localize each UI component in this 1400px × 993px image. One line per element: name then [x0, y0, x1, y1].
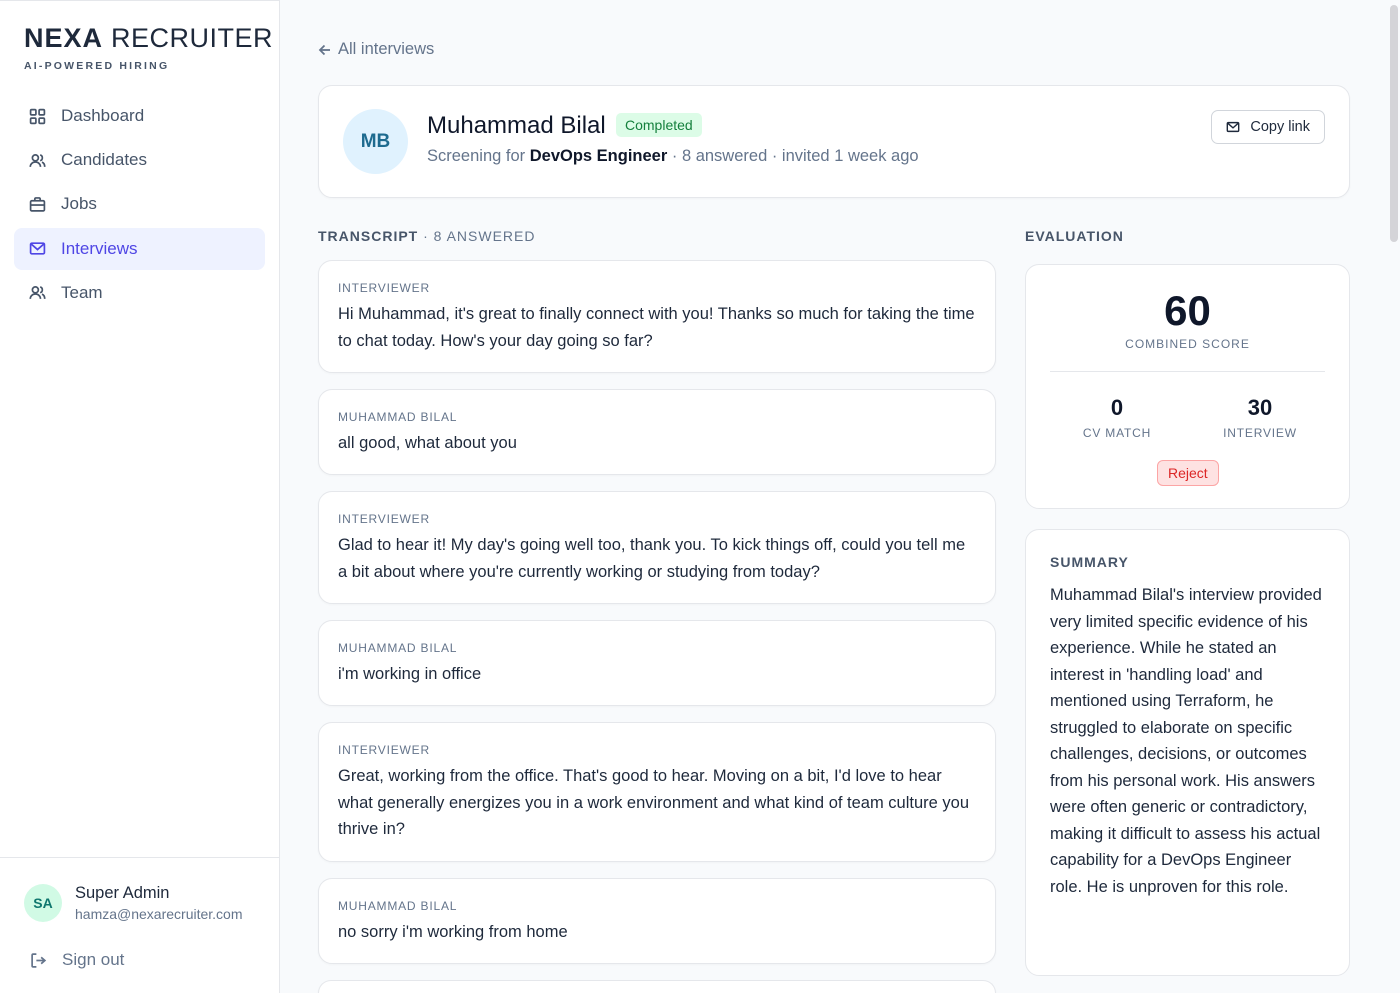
message-role: INTERVIEWER — [338, 512, 430, 526]
verdict-badge: Reject — [1157, 460, 1219, 486]
summary-card: SUMMARY Muhammad Bilal's interview provi… — [1025, 529, 1350, 976]
candidate-role: DevOps Engineer — [529, 147, 668, 165]
candidate-meta: Screening for DevOps Engineer · 8 answer… — [427, 147, 919, 165]
divider — [1050, 371, 1325, 372]
summary-heading: SUMMARY — [1050, 554, 1129, 570]
message-text: no sorry i'm working from home — [338, 923, 568, 941]
grid-icon — [28, 107, 46, 125]
cv-match-label: CV MATCH — [1082, 426, 1152, 440]
sign-out-label: Sign out — [62, 950, 125, 969]
transcript-message: MUHAMMAD BILAL all good, what about you — [318, 389, 996, 475]
scrollbar-thumb[interactable] — [1390, 5, 1398, 242]
sidebar-nav: Dashboard Candidates Jobs Interviews Tea… — [14, 95, 265, 316]
brand-logo[interactable]: NEXA RECRUITER AI-POWERED HIRING — [24, 23, 273, 72]
sign-out-icon — [31, 952, 47, 968]
summary-text: Muhammad Bilal's interview provided very… — [1050, 586, 1322, 896]
status-badge: Completed — [616, 113, 702, 137]
sidebar-item-label: Interviews — [61, 238, 138, 258]
mail-icon — [1226, 121, 1240, 133]
users-icon — [28, 284, 46, 302]
candidate-name: Muhammad Bilal — [427, 112, 606, 139]
transcript-message: INTERVIEWER Glad to hear it! My day's go… — [318, 491, 996, 604]
message-text: Glad to hear it! My day's going well too… — [338, 536, 966, 581]
sign-out-button[interactable]: Sign out — [30, 950, 124, 970]
copy-link-label: Copy link — [1250, 119, 1310, 135]
interview-label: INTERVIEW — [1223, 426, 1297, 440]
sidebar-item-team[interactable]: Team — [14, 272, 265, 314]
candidate-header: MB Muhammad Bilal Completed Screening fo… — [318, 85, 1350, 198]
arrow-left-icon — [318, 44, 330, 55]
message-text: all good, what about you — [338, 434, 517, 452]
mail-icon — [28, 240, 46, 258]
message-role: MUHAMMAD BILAL — [338, 410, 458, 424]
transcript-message: INTERVIEWER Hi Muhammad, it's great to f… — [318, 260, 996, 373]
sidebar-item-dashboard[interactable]: Dashboard — [14, 95, 265, 137]
scrollbar[interactable] — [1388, 0, 1400, 993]
evaluation-card: 60 COMBINED SCORE 0 CV MATCH 30 INTERVIE… — [1025, 264, 1350, 509]
avatar: SA — [24, 884, 62, 922]
sidebar-item-label: Jobs — [61, 194, 97, 214]
evaluation-heading: EVALUATION — [1025, 228, 1124, 244]
briefcase-icon — [28, 195, 46, 213]
user-profile: SA Super Admin hamza@nexarecruiter.com S… — [0, 857, 279, 993]
sidebar: NEXA RECRUITER AI-POWERED HIRING Dashboa… — [0, 0, 280, 993]
message-role: INTERVIEWER — [338, 743, 430, 757]
sidebar-item-label: Team — [61, 282, 103, 302]
transcript-heading: TRANSCRIPT · 8 ANSWERED — [318, 228, 536, 244]
combined-score-label: COMBINED SCORE — [1125, 337, 1250, 351]
message-text: i'm working in office — [338, 665, 482, 683]
transcript-message-partial — [318, 980, 996, 993]
user-name: Super Admin — [75, 884, 170, 902]
message-role: INTERVIEWER — [338, 281, 430, 295]
copy-link-button[interactable]: Copy link — [1211, 110, 1325, 144]
sidebar-item-candidates[interactable]: Candidates — [14, 139, 265, 181]
brand-title: NEXA RECRUITER — [24, 23, 274, 53]
interview-score: 30 — [1247, 395, 1273, 420]
back-label: All interviews — [338, 40, 435, 58]
users-icon — [28, 151, 46, 169]
message-text: Great, working from the office. That's g… — [338, 767, 970, 838]
transcript-message: INTERVIEWER Great, working from the offi… — [318, 722, 996, 862]
back-link[interactable]: All interviews — [318, 40, 434, 59]
brand-tagline: AI-POWERED HIRING — [24, 60, 170, 72]
transcript-message: MUHAMMAD BILAL no sorry i'm working from… — [318, 878, 996, 964]
combined-score: 60 — [1164, 287, 1211, 334]
user-email: hamza@nexarecruiter.com — [75, 906, 243, 922]
message-text: Hi Muhammad, it's great to finally conne… — [338, 305, 975, 350]
message-role: MUHAMMAD BILAL — [338, 899, 458, 913]
candidate-avatar: MB — [343, 109, 408, 174]
transcript-message: MUHAMMAD BILAL i'm working in office — [318, 620, 996, 706]
sidebar-item-label: Candidates — [61, 150, 148, 170]
message-role: MUHAMMAD BILAL — [338, 641, 458, 655]
cv-match-score: 0 — [1110, 395, 1124, 420]
sidebar-item-label: Dashboard — [61, 106, 145, 125]
sidebar-item-interviews[interactable]: Interviews — [14, 227, 265, 270]
sidebar-item-jobs[interactable]: Jobs — [14, 183, 265, 225]
